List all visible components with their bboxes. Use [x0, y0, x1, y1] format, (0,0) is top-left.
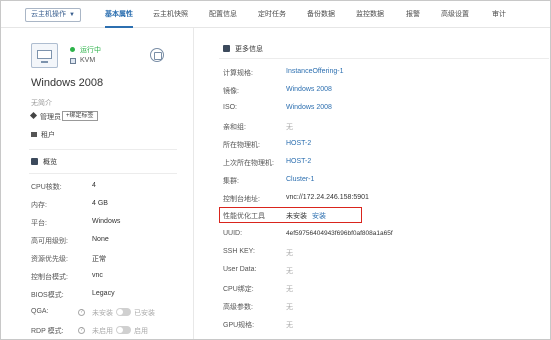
tenant-icon — [31, 132, 37, 137]
rdp-mode-label: RDP 模式: — [31, 328, 64, 335]
image-label: 镜像: — [223, 88, 239, 95]
help-icon[interactable]: ? — [78, 309, 85, 316]
ha-level-label: 高可用级别: — [31, 238, 68, 245]
console-mode-value: vnc — [92, 272, 103, 279]
tag-icon — [29, 111, 38, 120]
advanced-params-label: 高级参数: — [223, 304, 253, 311]
tab-config-info[interactable]: 配置信息 — [209, 9, 237, 28]
iso-label: ISO: — [223, 104, 238, 111]
tab-audit[interactable]: 审计 — [492, 9, 506, 28]
more-info-divider — [219, 58, 549, 59]
cpu-cores-value: 4 — [92, 182, 96, 189]
current-host-label: 所在物理机: — [223, 142, 260, 149]
ssh-key-label: SSH KEY: — [223, 248, 255, 255]
uuid-label: UUID: — [223, 230, 243, 237]
console-address-value: vnc://172.24.246.158:5901 — [286, 194, 369, 201]
overview-title: 概览 — [43, 159, 57, 166]
bios-mode-label: BIOS模式: — [31, 292, 64, 299]
tab-backup-data[interactable]: 备份数据 — [307, 9, 335, 28]
tab-advanced-settings[interactable]: 高级设置 — [441, 9, 469, 28]
ha-level-value: None — [92, 236, 109, 243]
rdp-off-label: 未启用 — [92, 328, 113, 335]
last-host-label: 上次所在物理机: — [223, 160, 274, 167]
last-host-link[interactable]: HOST-2 — [286, 158, 311, 165]
more-info-section-icon — [223, 45, 230, 52]
vm-operations-label: 云主机操作 — [31, 11, 66, 18]
perf-tools-status: 未安装 — [286, 213, 307, 220]
monitor-icon — [31, 43, 58, 68]
image-link[interactable]: Windows 2008 — [286, 86, 332, 93]
advanced-params-value: 无 — [286, 304, 293, 311]
tenant-label: 租户 — [41, 132, 55, 139]
perf-tools-label: 性能优化工具 — [223, 213, 265, 220]
tab-basic-properties[interactable]: 基本属性 — [105, 9, 133, 28]
vm-description[interactable]: 无简介 — [31, 98, 52, 108]
install-link[interactable]: 安装 — [312, 211, 326, 221]
bios-mode-value: Legacy — [92, 290, 115, 297]
overview-section-icon — [31, 158, 38, 165]
instance-offering-link[interactable]: InstanceOffering-1 — [286, 68, 343, 75]
cluster-link[interactable]: Cluster-1 — [286, 176, 314, 183]
gpu-spec-label: GPU规格: — [223, 322, 255, 329]
ssh-key-value: 无 — [286, 250, 293, 257]
running-status-icon — [70, 47, 75, 52]
qga-off-label: 未安装 — [92, 310, 113, 317]
platform-value: Windows — [92, 218, 121, 225]
cpu-cores-label: CPU核数: — [31, 184, 62, 191]
hypervisor-icon — [70, 58, 76, 64]
top-navigation: 云主机操作 ▼ 基本属性 云主机快照 配置信息 定时任务 备份数据 监控数据 报… — [1, 1, 550, 28]
uuid-value: 4ef59756404943f696bf0af808a1a65f — [286, 230, 393, 237]
monitor-screen — [37, 50, 52, 59]
memory-label: 内存: — [31, 202, 47, 209]
tab-scheduled-tasks[interactable]: 定时任务 — [258, 9, 286, 28]
affinity-group-value: 无 — [286, 124, 293, 131]
owner-label: 管理员 — [40, 114, 61, 121]
tab-monitoring-data[interactable]: 监控数据 — [356, 9, 384, 28]
panel-divider — [193, 28, 194, 339]
iso-link[interactable]: Windows 2008 — [286, 104, 332, 111]
user-data-label: User Data: — [223, 266, 257, 273]
cpu-pinning-label: CPU绑定: — [223, 286, 254, 293]
vm-operations-dropdown[interactable]: 云主机操作 ▼ — [25, 8, 81, 22]
gpu-spec-value: 无 — [286, 322, 293, 329]
more-info-title: 更多信息 — [235, 46, 263, 53]
qga-label: QGA: — [31, 308, 49, 315]
console-mode-label: 控制台模式: — [31, 274, 68, 281]
vm-detail-window: 云主机操作 ▼ 基本属性 云主机快照 配置信息 定时任务 备份数据 监控数据 报… — [0, 0, 551, 340]
bind-tag-button[interactable]: +绑定标签 — [62, 111, 98, 121]
vm-name: Windows 2008 — [31, 77, 104, 89]
cpu-pinning-value: 无 — [286, 286, 293, 293]
affinity-group-label: 亲和组: — [223, 124, 246, 131]
platform-label: 平台: — [31, 220, 47, 227]
current-host-link[interactable]: HOST-2 — [286, 140, 311, 147]
rdp-toggle[interactable] — [116, 326, 131, 334]
qga-toggle[interactable] — [116, 308, 131, 316]
user-data-value: 无 — [286, 268, 293, 275]
tab-alarms[interactable]: 报警 — [406, 9, 420, 28]
hypervisor-type: KVM — [80, 57, 96, 64]
monitor-stand — [41, 61, 48, 63]
console-address-label: 控制台地址: — [223, 196, 260, 203]
resource-priority-value: 正常 — [92, 256, 106, 263]
memory-value: 4 GB — [92, 200, 108, 207]
chevron-down-icon: ▼ — [69, 12, 75, 18]
overview-divider — [29, 173, 177, 174]
rdp-on-label: 启用 — [134, 328, 148, 335]
qga-on-label: 已安装 — [134, 310, 155, 317]
instance-offering-label: 计算规格: — [223, 70, 253, 77]
help-icon[interactable]: ? — [78, 327, 85, 334]
cluster-label: 集群: — [223, 178, 239, 185]
console-icon[interactable] — [150, 48, 164, 62]
tab-vm-snapshots[interactable]: 云主机快照 — [153, 9, 188, 28]
resource-priority-label: 资源优先级: — [31, 256, 68, 263]
vm-status: 运行中 — [80, 47, 101, 54]
overview-top-divider — [29, 149, 177, 150]
